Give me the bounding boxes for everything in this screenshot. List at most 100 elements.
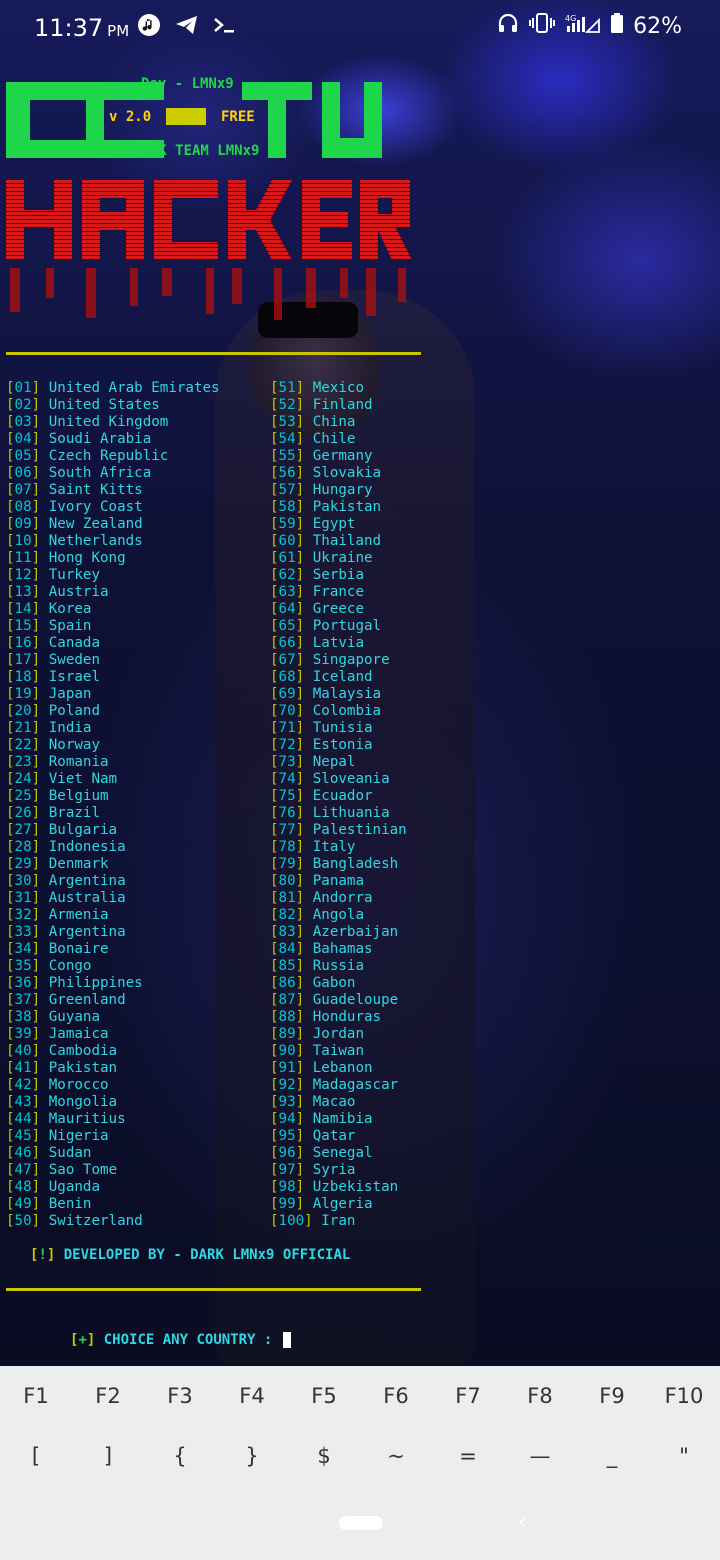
country-item: [66] Latvia — [270, 635, 407, 652]
bracket-close: ] — [31, 431, 49, 447]
country-name: Madagascar — [312, 1077, 399, 1093]
country-number: 13 — [14, 584, 32, 600]
country-name: Cambodia — [48, 1043, 118, 1059]
extra-key[interactable]: ] — [72, 1444, 144, 1468]
country-item: [39] Jamaica — [6, 1026, 220, 1043]
country-name: Nepal — [312, 754, 356, 770]
bracket-open: [ — [6, 499, 15, 515]
country-item: [04] Soudi Arabia — [6, 431, 220, 448]
bracket-close: ] — [295, 1009, 313, 1025]
bracket-open: [ — [270, 652, 279, 668]
bracket-close: ] — [304, 1213, 322, 1229]
bracket-open: [ — [270, 584, 279, 600]
country-name: United Kingdom — [48, 414, 169, 430]
bracket-open: [ — [270, 1162, 279, 1178]
bracket-open: [ — [6, 414, 15, 430]
extra-key[interactable]: F4 — [216, 1384, 288, 1408]
bracket-open: [ — [6, 652, 15, 668]
extra-key[interactable]: $ — [288, 1444, 360, 1468]
bracket-open: [ — [6, 1094, 15, 1110]
country-name: Colombia — [312, 703, 382, 719]
country-item: [42] Morocco — [6, 1077, 220, 1094]
status-bar: 11:37 PM 4G 62% — [0, 0, 720, 56]
bracket-open: [ — [270, 975, 279, 991]
extra-key[interactable]: — — [504, 1444, 576, 1468]
bracket-close: ] — [295, 1094, 313, 1110]
country-name: Uzbekistan — [312, 1179, 399, 1195]
bracket-open: [ — [270, 1196, 279, 1212]
country-name: Pakistan — [312, 499, 382, 515]
extra-key[interactable]: F5 — [288, 1384, 360, 1408]
extra-key[interactable]: _ — [576, 1444, 648, 1468]
country-prompt[interactable]: [+] CHOICE ANY COUNTRY : — [70, 1332, 291, 1348]
bracket-open: [ — [270, 669, 279, 685]
country-item: [60] Thailand — [270, 533, 407, 550]
country-number: 50 — [14, 1213, 32, 1229]
country-item: [74] Sloveania — [270, 771, 407, 788]
country-item: [12] Turkey — [6, 567, 220, 584]
extra-key[interactable]: " — [648, 1444, 720, 1468]
extra-key[interactable]: } — [216, 1444, 288, 1468]
country-name: Germany — [312, 448, 373, 464]
country-number: 89 — [278, 1026, 296, 1042]
bracket-open: [ — [270, 873, 279, 889]
bracket-open: [ — [6, 839, 15, 855]
bracket-close: ] — [31, 669, 49, 685]
country-number: 60 — [278, 533, 296, 549]
country-item: [97] Syria — [270, 1162, 407, 1179]
country-name: Switzerland — [48, 1213, 143, 1229]
country-item: [84] Bahamas — [270, 941, 407, 958]
back-icon[interactable]: ‹ — [518, 1510, 527, 1535]
country-item: [88] Honduras — [270, 1009, 407, 1026]
bracket-open: [ — [6, 1162, 15, 1178]
country-name: Denmark — [48, 856, 109, 872]
country-list-right: [51] Mexico [52] Finland [53] China [54] Ch… — [270, 380, 407, 1230]
country-name: Pakistan — [48, 1060, 118, 1076]
extra-key[interactable]: F9 — [576, 1384, 648, 1408]
country-number: 51 — [278, 380, 296, 396]
country-item: [62] Serbia — [270, 567, 407, 584]
extra-key[interactable]: F3 — [144, 1384, 216, 1408]
extra-key[interactable]: [ — [0, 1444, 72, 1468]
extra-key[interactable]: { — [144, 1444, 216, 1468]
extra-key[interactable]: F6 — [360, 1384, 432, 1408]
extra-key[interactable]: = — [432, 1444, 504, 1468]
country-item: [19] Japan — [6, 686, 220, 703]
country-item: [90] Taiwan — [270, 1043, 407, 1060]
country-number: 39 — [14, 1026, 32, 1042]
country-item: [72] Estonia — [270, 737, 407, 754]
bracket-open: [ — [6, 907, 15, 923]
country-item: [27] Bulgaria — [6, 822, 220, 839]
country-item: [21] India — [6, 720, 220, 737]
country-name: Palestinian — [312, 822, 407, 838]
country-item: [98] Uzbekistan — [270, 1179, 407, 1196]
terminal-icon — [212, 12, 238, 38]
bracket-open: [ — [6, 703, 15, 719]
status-time: 11:37 PM — [34, 14, 129, 42]
bracket-open: [ — [6, 992, 15, 1008]
bracket-close: ] — [295, 448, 313, 464]
country-number: 23 — [14, 754, 32, 770]
country-name: Nigeria — [48, 1128, 109, 1144]
bracket-close: ] — [295, 601, 313, 617]
bracket-close: ] — [295, 567, 313, 583]
country-item: [100] Iran — [270, 1213, 407, 1230]
extra-key[interactable]: F10 — [648, 1384, 720, 1408]
country-number: 58 — [278, 499, 296, 515]
home-pill[interactable] — [339, 1516, 383, 1530]
extra-key[interactable]: F1 — [0, 1384, 72, 1408]
country-item: [50] Switzerland — [6, 1213, 220, 1230]
extra-key[interactable]: ~ — [360, 1444, 432, 1468]
terminal-cursor[interactable] — [282, 1332, 291, 1348]
bracket-open: [ — [6, 584, 15, 600]
extra-key[interactable]: F8 — [504, 1384, 576, 1408]
extra-key[interactable]: F2 — [72, 1384, 144, 1408]
bracket-open: [ — [270, 1043, 279, 1059]
country-name: Canada — [48, 635, 100, 651]
country-name: Sao Tome — [48, 1162, 118, 1178]
extra-key[interactable]: F7 — [432, 1384, 504, 1408]
bracket-close: ] — [295, 788, 313, 804]
country-name: Singapore — [312, 652, 390, 668]
country-name: India — [48, 720, 92, 736]
country-number: 25 — [14, 788, 32, 804]
